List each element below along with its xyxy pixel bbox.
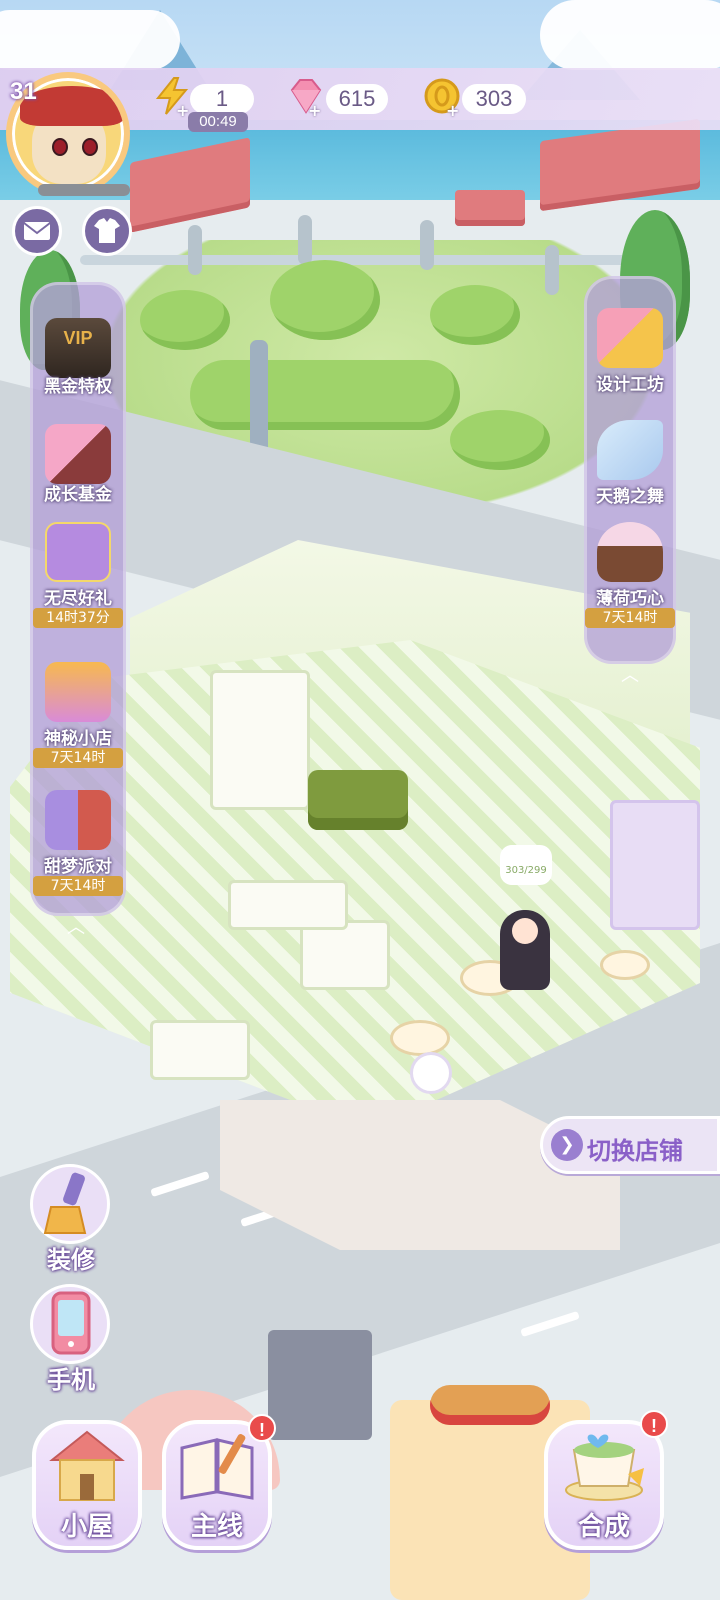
gems-counter: 615 — [326, 84, 388, 114]
panel-item-label: 设计工坊 — [596, 375, 664, 395]
avatar-eye — [52, 138, 68, 156]
vip-badge-text: VIP — [63, 328, 93, 348]
coins-counter: 303 — [462, 84, 526, 114]
collapse-right-panel-icon[interactable]: ︿ — [618, 667, 642, 685]
panel-item-timer: 7天14时 — [585, 608, 675, 628]
phone-icon — [30, 1284, 110, 1364]
mystery-box-icon — [45, 662, 111, 722]
add-coins-icon[interactable]: + — [446, 103, 460, 119]
shirt-icon — [94, 218, 120, 243]
tool-label: 装修 — [47, 1246, 95, 1274]
window — [610, 800, 700, 930]
vip-card-icon: VIP — [45, 318, 111, 378]
cafe-table — [390, 1020, 450, 1056]
bush — [430, 285, 520, 345]
nav-label: 小屋 — [60, 1512, 113, 1542]
phone-button[interactable]: 手机 — [26, 1284, 116, 1394]
cat-gift-icon — [45, 522, 111, 582]
customer-speech-bubble[interactable]: 303/299 — [500, 845, 552, 885]
switch-arrow-icon: ❯ — [551, 1129, 583, 1161]
panel-item-timer: 14时37分 — [33, 608, 123, 628]
trash-bins — [268, 1330, 372, 1440]
panel-item-label: 天鹅之舞 — [596, 487, 664, 507]
railing-post — [545, 245, 559, 295]
brush-icon — [30, 1164, 110, 1244]
railing-post — [188, 225, 202, 275]
energy-counter: 1 — [190, 84, 254, 114]
wardrobe-button[interactable] — [82, 206, 132, 256]
panel-item-timer: 7天14时 — [33, 748, 123, 768]
cloud — [0, 10, 180, 70]
display-shelf — [210, 670, 310, 810]
switch-shop-label: 切换店铺 — [587, 1137, 683, 1165]
cafe-table — [600, 950, 650, 980]
panel-item-timer: 7天14时 — [33, 876, 123, 896]
nav-label: 合成 — [577, 1512, 630, 1542]
coins-value: 303 — [475, 86, 513, 111]
railing-post — [298, 215, 312, 265]
add-gems-icon[interactable]: + — [308, 103, 322, 119]
counter — [150, 1020, 250, 1080]
ruler-pencil-icon — [597, 308, 663, 368]
player-level: 31 — [10, 78, 37, 105]
decorate-button[interactable]: 装修 — [26, 1164, 116, 1274]
teacup-icon — [565, 1434, 644, 1501]
gems-value: 615 — [338, 86, 376, 111]
nav-label: 主线 — [190, 1512, 243, 1542]
bush — [270, 260, 380, 340]
gift-boxes-icon — [45, 424, 111, 484]
collapse-left-panel-icon[interactable]: ︿ — [64, 919, 88, 937]
cloud — [540, 0, 720, 70]
switch-shop-button[interactable]: ❯ 切换店铺 — [540, 1116, 720, 1174]
mail-button[interactable] — [12, 206, 62, 256]
counter — [228, 880, 348, 930]
bush — [450, 410, 550, 470]
avatar-eye — [82, 138, 98, 156]
nav-alert-badge: ! — [640, 1410, 668, 1438]
bush — [140, 290, 230, 350]
cake-icon — [597, 522, 663, 582]
energy-timer: 00:49 — [188, 112, 248, 132]
railing-post — [420, 220, 434, 270]
panel-item-label: 甜梦派对 — [44, 857, 112, 877]
cards-icon — [45, 790, 111, 850]
book-icon — [180, 1434, 254, 1500]
hotdog-sign — [430, 1385, 550, 1425]
display-shelf — [300, 920, 390, 990]
gingerbread-bubble[interactable] — [410, 1052, 452, 1094]
panel-item-label: 无尽好礼 — [44, 589, 112, 609]
tool-label: 手机 — [47, 1366, 95, 1394]
shop-girl-character[interactable] — [500, 910, 550, 990]
panel-item-label: 神秘小店 — [44, 729, 112, 749]
nav-house[interactable]: 小屋 — [32, 1420, 142, 1550]
panel-item-label: 薄荷巧心 — [596, 589, 664, 609]
nav-merge[interactable]: ! 合成 — [544, 1410, 668, 1550]
green-sofa — [308, 770, 408, 830]
nav-alert-badge: ! — [248, 1414, 276, 1442]
mail-icon — [23, 222, 51, 240]
panel-item-label: 成长基金 — [44, 485, 112, 505]
customer-counter-text: 303/299 — [505, 865, 547, 876]
house-icon — [49, 1430, 125, 1501]
feather-icon — [597, 420, 663, 480]
panel-item-label: 黑金特权 — [44, 377, 112, 397]
roof — [455, 190, 525, 226]
experience-bar — [38, 184, 130, 196]
energy-value: 1 — [215, 86, 229, 111]
nav-main-story[interactable]: ! 主线 — [162, 1414, 276, 1550]
bush — [190, 360, 460, 430]
